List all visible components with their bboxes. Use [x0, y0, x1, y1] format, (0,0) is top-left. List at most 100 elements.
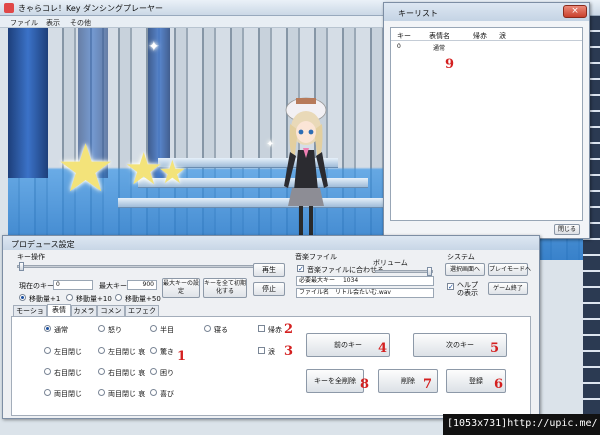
expression-panel: 通常 左目閉じ 右目閉じ 両目閉じ 怒り 左目閉じ 哀 右目閉じ 哀 両目閉じ …: [11, 316, 531, 416]
required-max-key-label: 必要最大キー: [299, 277, 336, 284]
expression-radio-sleep[interactable]: [204, 325, 211, 332]
play-button[interactable]: 再生: [253, 263, 285, 277]
show-help-checkbox[interactable]: ✓: [447, 283, 454, 291]
tab-motion[interactable]: モーション: [13, 305, 47, 325]
annotation-marker-8: 8: [360, 377, 370, 392]
key-list-titlebar[interactable]: キーリスト ×: [384, 3, 589, 21]
menu-view[interactable]: 表示: [46, 18, 60, 28]
init-all-keys-button[interactable]: キーを全て初期化する: [203, 278, 247, 298]
dancing-character: [284, 97, 328, 238]
sync-music-checkbox[interactable]: ✓: [297, 265, 304, 273]
star-icon: ★: [158, 153, 187, 191]
expression-label: 両目閉じ: [54, 390, 82, 398]
current-key-label: 現在のキー: [19, 282, 54, 290]
move-1-radio[interactable]: [19, 294, 26, 301]
filename-label: ファイル名: [299, 289, 330, 296]
music-file-label: 音楽ファイル: [295, 253, 337, 261]
expression-label: 困り: [160, 369, 174, 377]
volume-slider-thumb[interactable]: [427, 267, 432, 276]
annotation-marker-7: 7: [423, 377, 433, 392]
annotation-marker-4: 4: [378, 341, 388, 356]
required-max-key-value: 1034: [342, 277, 359, 284]
delete-all-keys-button[interactable]: キーを全削除: [306, 369, 364, 393]
expression-radio-right-eye-closed[interactable]: [44, 368, 51, 375]
move-50-radio[interactable]: [115, 294, 122, 301]
expression-label: 右目閉じ 哀: [108, 369, 146, 377]
register-label: 登録: [469, 377, 483, 385]
required-max-key-field: 必要最大キー 1034: [296, 276, 434, 286]
filename-field: ファイル名 リトル会たいむ.wav: [296, 288, 434, 298]
expression-radio-happy[interactable]: [150, 389, 157, 396]
tab-comment[interactable]: コメント: [97, 305, 125, 325]
sync-music-label: 音楽ファイルに合わせる: [307, 266, 384, 274]
expression-label: 両目閉じ 哀: [108, 390, 146, 398]
key-slider-thumb[interactable]: [19, 262, 24, 271]
move-1-label: 移動量+1: [29, 295, 61, 303]
tears-checkbox[interactable]: [258, 347, 265, 354]
tab-camera[interactable]: カメラ: [71, 305, 97, 316]
key-op-label: キー操作: [17, 253, 45, 261]
expression-radio-normal[interactable]: [44, 325, 51, 332]
footer-text: [1053x731]http://upic.me/: [447, 418, 598, 429]
window-title: きゃらコレ！Key ダンシングプレーヤー: [18, 4, 164, 13]
annotation-marker-1: 1: [177, 349, 187, 364]
game-end-button[interactable]: ゲーム終了: [488, 282, 528, 295]
expression-radio-troubled[interactable]: [150, 368, 157, 375]
blush-label: 帰赤: [268, 326, 282, 334]
max-key-setting-button[interactable]: 最大キーの設定: [162, 278, 200, 298]
expression-radio-angry[interactable]: [98, 325, 105, 332]
expression-radio-surprise[interactable]: [150, 347, 157, 354]
image-size-footer: [1053x731]http://upic.me/: [443, 414, 600, 435]
blush-checkbox[interactable]: [258, 325, 265, 332]
expression-radio-both-eyes-closed[interactable]: [44, 389, 51, 396]
expression-radio-left-eye-closed[interactable]: [44, 347, 51, 354]
sparkle-icon: ✦: [148, 39, 160, 55]
tab-effect[interactable]: エフェクト: [125, 305, 159, 325]
stage-stair: [118, 198, 398, 208]
key-list-table[interactable]: キー 表情名 帰赤 涙 0 通常 9: [390, 27, 583, 221]
filename-value: リトル会たいむ.wav: [334, 289, 391, 296]
expression-radio-right-eye-closed-sad[interactable]: [98, 368, 105, 375]
expression-radio-both-eyes-closed-sad[interactable]: [98, 389, 105, 396]
produce-title: プロデュース設定: [11, 240, 75, 249]
annotation-marker-3: 3: [284, 344, 294, 359]
select-screen-button[interactable]: 選択画面へ: [445, 263, 485, 276]
header-divider: [391, 40, 582, 41]
expression-label: 左目閉じ: [54, 348, 82, 356]
current-key-field[interactable]: 0: [53, 280, 93, 290]
move-10-label: 移動量+10: [76, 295, 112, 303]
move-10-radio[interactable]: [66, 294, 73, 301]
expression-radio-left-eye-closed-sad[interactable]: [98, 347, 105, 354]
expression-label: 右目閉じ: [54, 369, 82, 377]
volume-slider-track[interactable]: [375, 270, 433, 273]
stop-button[interactable]: 停止: [253, 282, 285, 296]
expression-label: 通常: [54, 326, 68, 334]
menu-other[interactable]: その他: [70, 18, 91, 28]
max-key-field[interactable]: 900: [127, 280, 157, 290]
star-icon: ★: [56, 130, 116, 207]
cell-expression: 通常: [433, 45, 446, 52]
play-mode-button[interactable]: プレイモードへ: [488, 263, 531, 276]
move-50-label: 移動量+50: [125, 295, 161, 303]
tab-expression[interactable]: 表情: [47, 304, 71, 316]
expression-label: 寝る: [214, 326, 228, 334]
close-button[interactable]: 閉じる: [554, 224, 580, 235]
annotation-marker-2: 2: [284, 322, 294, 337]
annotation-marker-9: 9: [445, 57, 455, 72]
app-icon: [4, 3, 14, 13]
cell-key: 0: [397, 43, 401, 50]
prev-key-label: 前のキー: [334, 341, 362, 349]
max-key-label: 最大キー: [99, 282, 127, 290]
show-help-label: ヘルプの表示: [457, 281, 478, 297]
menu-file[interactable]: ファイル: [10, 18, 38, 28]
close-icon[interactable]: ×: [563, 5, 587, 18]
expression-radio-half-eye[interactable]: [150, 325, 157, 332]
next-key-label: 次のキー: [446, 341, 474, 349]
stage-pillar: [8, 28, 48, 178]
current-key-value: 0: [56, 281, 60, 288]
key-slider-track[interactable]: [17, 265, 285, 268]
expression-label: 半目: [160, 326, 174, 334]
produce-titlebar[interactable]: プロデュース設定: [3, 236, 539, 250]
expression-label: 驚き: [160, 348, 174, 356]
produce-settings-window: プロデュース設定 キー操作 現在のキー 0 最大キー 900 最大キーの設定 キ…: [2, 235, 540, 419]
